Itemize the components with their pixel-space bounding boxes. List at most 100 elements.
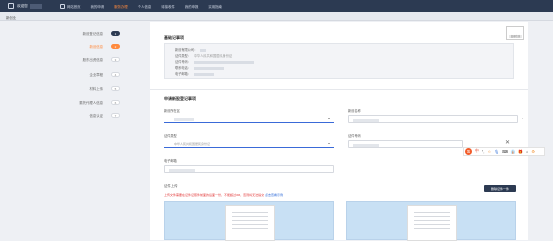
info-value-blurred — [193, 66, 224, 70]
ime-settings-icon[interactable]: ⚙ — [531, 149, 534, 154]
ime-punctuation-icon[interactable]: °, — [482, 150, 485, 154]
ime-chinese-mode[interactable]: 中 — [475, 149, 479, 154]
info-value-blurred — [200, 48, 207, 52]
step-item[interactable]: 新设登记信息 1 — [83, 31, 120, 36]
step-number: 7 — [111, 113, 120, 118]
nav-my-applications[interactable]: 我的申请 — [91, 0, 105, 12]
info-value: 中华人民共和国居民身份证 — [193, 54, 233, 58]
ime-toolbox-icon[interactable]: ⌂ — [526, 150, 528, 154]
chevron-down-icon — [328, 117, 330, 119]
step-number: 5 — [111, 86, 120, 91]
step-label: 企业章程 — [89, 73, 103, 77]
step-item[interactable]: 新设信息 2 — [89, 44, 120, 49]
ime-logo-icon[interactable]: S — [465, 148, 472, 155]
document-preview — [407, 205, 457, 241]
step-item[interactable]: 委托代理人信息 6 — [79, 100, 120, 105]
basic-info-title: 基础记事项 — [164, 35, 184, 40]
upload-tip-text: 上传文件需要在证件证照件前面的后面一份，不能超过3M，否则将无法提交 — [164, 193, 265, 197]
ime-skin-icon[interactable]: 👔 — [511, 149, 516, 154]
form-title: 申请新股登记事项 — [164, 96, 196, 101]
step-label: 委托代理人信息 — [79, 101, 103, 105]
field-dash: - — [522, 116, 524, 120]
nav-home-label: 网站首页 — [67, 4, 81, 9]
info-row-id-number: 证件号码： — [175, 59, 254, 64]
step-number: 1 — [111, 31, 120, 36]
brand-logo[interactable]: 欢迎您 — [8, 3, 56, 9]
ime-voice-icon[interactable]: 🎙 — [494, 149, 499, 154]
info-row-email: 电子邮箱： — [175, 71, 214, 76]
chevron-down-icon — [328, 142, 330, 144]
input-value-blurred — [353, 118, 379, 122]
brand-text: 欢迎您 — [17, 3, 28, 8]
step-item[interactable]: 企业章程 4 — [89, 72, 120, 77]
region-label: 新设所在区 — [164, 109, 180, 113]
email-label: 电子邮箱 — [164, 159, 177, 163]
id-number-label: 证件号码 — [348, 134, 361, 138]
breadcrumb: 新创业 — [0, 12, 553, 21]
nav-home[interactable]: 网站首页 — [60, 0, 81, 12]
company-label: 新设名称 — [348, 109, 361, 113]
info-label: 证件类型： — [175, 54, 191, 58]
home-icon — [60, 3, 65, 9]
nav-service[interactable]: 服务办理 — [114, 0, 128, 12]
email-input[interactable] — [164, 165, 334, 173]
example-link[interactable]: 点击查看示例 — [265, 193, 283, 197]
info-value-blurred — [193, 72, 214, 76]
step-number: 4 — [111, 72, 120, 77]
company-stamp-thumbnail[interactable]: 变更信息 — [506, 26, 524, 40]
step-label: 新设登记信息 — [82, 32, 103, 36]
company-input[interactable] — [348, 115, 518, 123]
ime-keyboard-icon[interactable]: ⌨ — [502, 149, 507, 154]
document-preview — [225, 205, 275, 241]
info-label: 电子邮箱： — [175, 72, 191, 76]
id-type-select[interactable]: 中华人民共和国居民身份证 — [164, 140, 334, 148]
breadcrumb-text: 新创业 — [6, 15, 17, 20]
close-icon[interactable]: ✕ — [505, 139, 510, 146]
ime-toolbar[interactable]: S 中 °, ☺ 🎙 ⌨ 👔 🎁 ⌂ ⚙ — [463, 147, 545, 156]
info-row-id-type: 证件类型： 中华人民共和国居民身份证 — [175, 53, 232, 58]
nav-guide[interactable]: 实用指南 — [208, 0, 222, 12]
main-panel: 基础记事项 变更信息 新设有限公司： 证件类型： 中华人民共和国居民身份证 证件… — [150, 22, 528, 241]
delete-document-button[interactable]: 删除证件一件 — [484, 185, 516, 192]
change-info-button[interactable]: 变更信息 — [509, 34, 522, 38]
ime-emoji-icon[interactable]: ☺ — [487, 150, 491, 154]
ime-gift-icon[interactable]: 🎁 — [518, 149, 523, 154]
step-label: 材料上传 — [89, 87, 103, 91]
info-value-blurred — [193, 60, 254, 64]
step-number: 2 — [111, 44, 120, 49]
id-type-label: 证件类型 — [164, 134, 177, 138]
step-sidebar: 新设登记信息 1 新设信息 2 股东出资信息 3 企业章程 4 材料上传 5 委… — [45, 28, 128, 240]
id-back-upload-card[interactable] — [346, 201, 516, 241]
step-number: 6 — [111, 100, 120, 105]
main-nav: 网站首页 我的申请 服务办理 个人信息 待接收件 我的申报 实用指南 — [60, 0, 232, 12]
username-blurred — [29, 3, 42, 9]
step-number: 3 — [111, 57, 120, 62]
nav-profile[interactable]: 个人信息 — [138, 0, 152, 12]
step-item[interactable]: 股东出资信息 3 — [83, 57, 120, 62]
input-value-blurred — [169, 168, 195, 172]
id-number-input[interactable] — [348, 140, 463, 148]
select-value-blurred — [174, 117, 194, 121]
step-label: 股东出资信息 — [82, 58, 103, 62]
step-label: 新设信息 — [89, 45, 103, 49]
brand-icon — [8, 3, 14, 9]
info-row-phone: 联系电话： — [175, 65, 224, 70]
id-type-value: 中华人民共和国居民身份证 — [174, 142, 211, 146]
info-label: 联系电话： — [175, 66, 191, 70]
upload-tip: 上传文件需要在证件证照件前面的后面一份，不能超过3M，否则将无法提交 点击查看示… — [164, 193, 283, 197]
step-item[interactable]: 信息认证 7 — [89, 113, 120, 118]
top-navigation-bar: 欢迎您 网站首页 我的申请 服务办理 个人信息 待接收件 我的申报 实用指南 — [0, 0, 553, 12]
input-value-blurred — [353, 143, 379, 147]
region-select[interactable] — [164, 115, 334, 123]
basic-info-box: 新设有限公司： 证件类型： 中华人民共和国居民身份证 证件号码： 联系电话： 电… — [164, 43, 514, 79]
id-front-upload-card[interactable] — [164, 201, 334, 241]
upload-title: 证件上传 — [164, 184, 178, 188]
step-item[interactable]: 材料上传 5 — [89, 86, 120, 91]
nav-pending[interactable]: 待接收件 — [161, 0, 175, 12]
info-label: 新设有限公司： — [175, 48, 198, 52]
section-divider — [150, 89, 528, 90]
nav-my-reports[interactable]: 我的申报 — [185, 0, 199, 12]
info-row-company: 新设有限公司： — [175, 47, 207, 52]
step-label: 信息认证 — [89, 114, 103, 118]
info-label: 证件号码： — [175, 60, 191, 64]
